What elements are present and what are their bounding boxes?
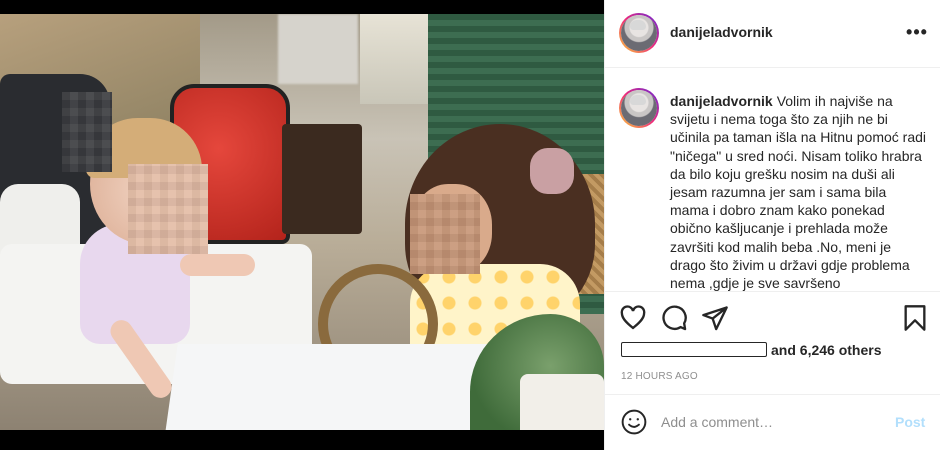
add-comment-bar: Post: [605, 394, 940, 450]
child-left-arm: [180, 254, 255, 276]
blur-bag: [62, 92, 112, 172]
avatar[interactable]: [619, 13, 659, 53]
more-dots-icon[interactable]: •••: [905, 22, 929, 46]
hair-bow: [530, 148, 574, 194]
plant-pot: [520, 374, 604, 430]
post-photo[interactable]: [0, 0, 604, 450]
comment-bubble-icon[interactable]: [660, 304, 688, 332]
smiley-icon[interactable]: [621, 409, 647, 435]
likes-text: and 6,246 others: [771, 342, 882, 358]
comments-scroll[interactable]: danijeladvornik Volim ih najviše na svije…: [605, 69, 940, 291]
face-blur-left: [128, 164, 208, 254]
caption-text: Volim ih najviše na svijetu i nema toga …: [670, 93, 927, 291]
avatar-image: [621, 15, 657, 51]
caption-username[interactable]: danijeladvornik: [670, 93, 773, 109]
face-blur-right: [410, 194, 480, 274]
paper-plane-icon[interactable]: [701, 304, 729, 332]
likes-count[interactable]: and 6,246 others: [621, 342, 882, 360]
comment-input[interactable]: [661, 411, 881, 433]
media-letterbox: [0, 430, 604, 450]
bookmark-icon[interactable]: [901, 304, 929, 332]
photo-content: [0, 14, 604, 430]
blurred-area: [278, 14, 358, 84]
post-side-panel: danijeladvornik ••• danijeladvornik Volim…: [604, 0, 940, 450]
post-timestamp[interactable]: 12 HOURS AGO: [621, 371, 698, 382]
wooden-chair: [282, 124, 362, 234]
caption: danijeladvornik Volim ih najviše na svije…: [670, 92, 928, 291]
background-railing: [360, 14, 430, 104]
post-comment-button[interactable]: Post: [895, 414, 925, 430]
heart-icon[interactable]: [619, 304, 647, 332]
username-link[interactable]: danijeladvornik: [670, 24, 773, 40]
redacted-liker: [621, 342, 767, 357]
caption-avatar[interactable]: [619, 88, 659, 128]
avatar-image: [621, 90, 657, 126]
post-header: danijeladvornik •••: [605, 0, 940, 68]
action-bar: [605, 291, 940, 345]
